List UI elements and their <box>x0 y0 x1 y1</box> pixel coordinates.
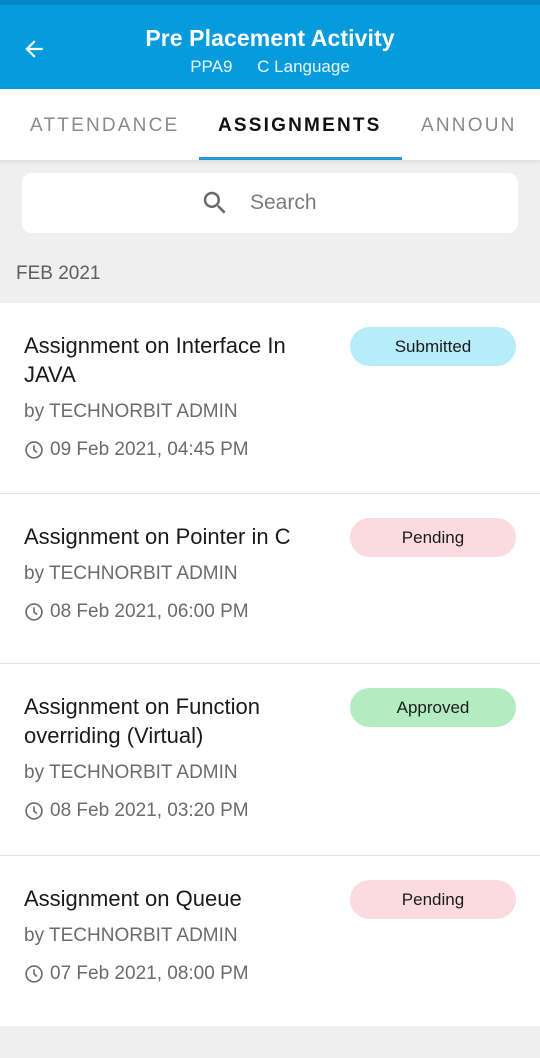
clock-icon <box>25 965 43 983</box>
search-container <box>0 161 540 233</box>
datetime-text: 08 Feb 2021, 03:20 PM <box>50 800 249 821</box>
course-subject: C Language <box>257 57 350 76</box>
assignment-card[interactable]: Assignment on Pointer in C by TECHNORBIT… <box>0 494 540 664</box>
assignment-datetime: 07 Feb 2021, 08:00 PM <box>24 963 540 985</box>
tab-announcements[interactable]: ANNOUN <box>421 115 513 137</box>
assignment-datetime: 09 Feb 2021, 04:45 PM <box>24 439 540 461</box>
assignment-author: by TECHNORBIT ADMIN <box>24 401 238 422</box>
status-badge: Pending <box>350 880 516 919</box>
assignment-title: Assignment on Function overriding (Virtu… <box>24 694 261 748</box>
search-bar[interactable] <box>22 173 518 233</box>
app-header: Pre Placement Activity PPA9 C Language <box>0 5 540 89</box>
tab-bar: ATTENDANCE ASSIGNMENTS ANNOUN <box>0 89 540 161</box>
clock-icon <box>25 441 43 459</box>
assignment-list: Assignment on Interface In JAVA by TECHN… <box>0 303 540 1026</box>
datetime-text: 08 Feb 2021, 06:00 PM <box>50 601 249 622</box>
assignment-title: Assignment on Interface In JAVA <box>24 333 286 387</box>
active-tab-indicator <box>199 157 402 160</box>
assignment-author: by TECHNORBIT ADMIN <box>24 762 238 783</box>
page-title: Pre Placement Activity <box>145 25 395 51</box>
datetime-text: 09 Feb 2021, 04:45 PM <box>50 439 249 460</box>
status-badge: Pending <box>350 518 516 557</box>
assignment-datetime: 08 Feb 2021, 03:20 PM <box>24 800 540 822</box>
tab-assignments[interactable]: ASSIGNMENTS <box>218 115 382 137</box>
search-icon <box>203 191 226 214</box>
assignment-card[interactable]: Assignment on Function overriding (Virtu… <box>0 664 540 856</box>
assignment-author: by TECHNORBIT ADMIN <box>24 925 238 946</box>
assignment-card[interactable]: Assignment on Interface In JAVA by TECHN… <box>0 303 540 494</box>
search-input[interactable] <box>250 191 340 215</box>
assignment-author: by TECHNORBIT ADMIN <box>24 563 238 584</box>
assignment-title: Assignment on Queue <box>24 886 242 911</box>
back-button[interactable] <box>14 29 54 69</box>
course-code: PPA9 <box>190 57 233 76</box>
assignment-card[interactable]: Assignment on Queue by TECHNORBIT ADMIN … <box>0 856 540 1026</box>
status-badge: Submitted <box>350 327 516 366</box>
datetime-text: 07 Feb 2021, 08:00 PM <box>50 963 249 984</box>
assignment-datetime: 08 Feb 2021, 06:00 PM <box>24 601 540 623</box>
clock-icon <box>25 802 43 820</box>
clock-icon <box>25 603 43 621</box>
status-badge: Approved <box>350 688 516 727</box>
arrow-left-icon <box>25 40 43 58</box>
page-subtitle: PPA9 C Language <box>0 57 540 77</box>
assignment-title: Assignment on Pointer in C <box>24 524 291 549</box>
tab-attendance[interactable]: ATTENDANCE <box>30 115 179 137</box>
month-section-header: FEB 2021 <box>16 263 101 284</box>
